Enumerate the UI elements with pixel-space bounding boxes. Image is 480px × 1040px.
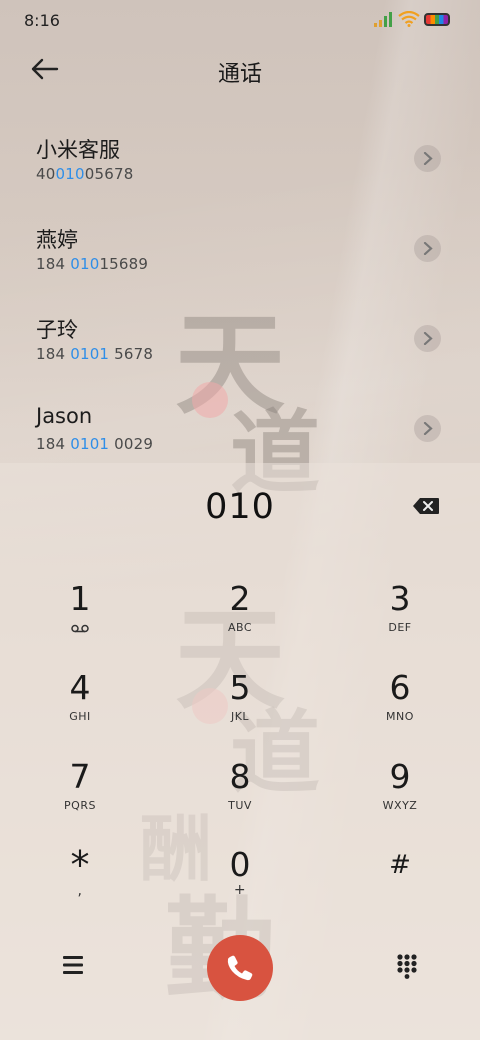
contact-item[interactable]: Jason 184 0101 0029 xyxy=(0,380,480,463)
dial-key-9[interactable]: 9 WXYZ xyxy=(340,757,460,837)
contact-name: 燕婷 xyxy=(36,228,78,252)
dialpad-toggle-icon[interactable] xyxy=(396,953,418,979)
dial-key-7[interactable]: 7 PQRS xyxy=(20,757,140,837)
dial-key-1[interactable]: 1 xyxy=(20,579,140,659)
number-match-highlight: 0101 xyxy=(70,345,110,363)
signal-icon xyxy=(374,12,392,27)
contact-item[interactable]: 燕婷 184 01015689 xyxy=(0,200,480,290)
contact-number: 184 0101 5678 xyxy=(36,345,154,363)
contact-name: 子玲 xyxy=(36,318,78,342)
chevron-right-icon xyxy=(423,152,433,165)
contact-detail-button[interactable] xyxy=(414,145,441,172)
number-match-highlight: 0101 xyxy=(70,435,110,453)
dial-key-hash[interactable]: # xyxy=(340,845,460,925)
contact-number: 4001005678 xyxy=(36,165,134,183)
status-bar: 8:16 xyxy=(0,0,480,40)
voicemail-icon xyxy=(71,624,89,633)
contact-detail-button[interactable] xyxy=(414,325,441,352)
dial-key-2[interactable]: 2 ABC xyxy=(180,579,300,659)
menu-icon[interactable] xyxy=(60,953,86,977)
dialed-number-display[interactable]: 010 xyxy=(0,487,480,527)
call-button[interactable] xyxy=(207,935,273,1001)
page-title: 通话 xyxy=(217,62,262,87)
chevron-right-icon xyxy=(423,242,433,255)
number-match-highlight: 010 xyxy=(70,255,100,273)
chevron-right-icon xyxy=(423,332,433,345)
contact-detail-button[interactable] xyxy=(414,235,441,262)
dial-key-3[interactable]: 3 DEF xyxy=(340,579,460,659)
phone-icon xyxy=(227,955,253,981)
dial-key-0[interactable]: 0 + xyxy=(180,845,300,925)
wifi-icon xyxy=(398,11,420,27)
chevron-right-icon xyxy=(423,422,433,435)
number-match-highlight: 010 xyxy=(55,165,85,183)
dial-key-5[interactable]: 5 JKL xyxy=(180,668,300,748)
contact-name: 小米客服 xyxy=(36,138,120,162)
contact-name: Jason xyxy=(36,404,93,428)
contact-item[interactable]: 小米客服 4001005678 xyxy=(0,110,480,200)
dial-key-4[interactable]: 4 GHI xyxy=(20,668,140,748)
status-time: 8:16 xyxy=(24,11,60,30)
backspace-icon[interactable] xyxy=(412,497,440,515)
contact-suggestion-list: 小米客服 4001005678 燕婷 184 01015689 子玲 184 0… xyxy=(0,110,480,463)
battery-icon xyxy=(424,13,450,26)
dial-key-6[interactable]: 6 MNO xyxy=(340,668,460,748)
contact-number: 184 0101 0029 xyxy=(36,435,154,453)
contact-number: 184 01015689 xyxy=(36,255,149,273)
dialer-panel: 010 1 2 ABC 3 DEF 4 GHI 5 JKL 6 MNO 7 PQ… xyxy=(0,463,480,1040)
dial-key-8[interactable]: 8 TUV xyxy=(180,757,300,837)
contact-detail-button[interactable] xyxy=(414,415,441,442)
contact-item[interactable]: 子玲 184 0101 5678 xyxy=(0,290,480,380)
dial-key-star[interactable]: * , xyxy=(20,845,140,925)
